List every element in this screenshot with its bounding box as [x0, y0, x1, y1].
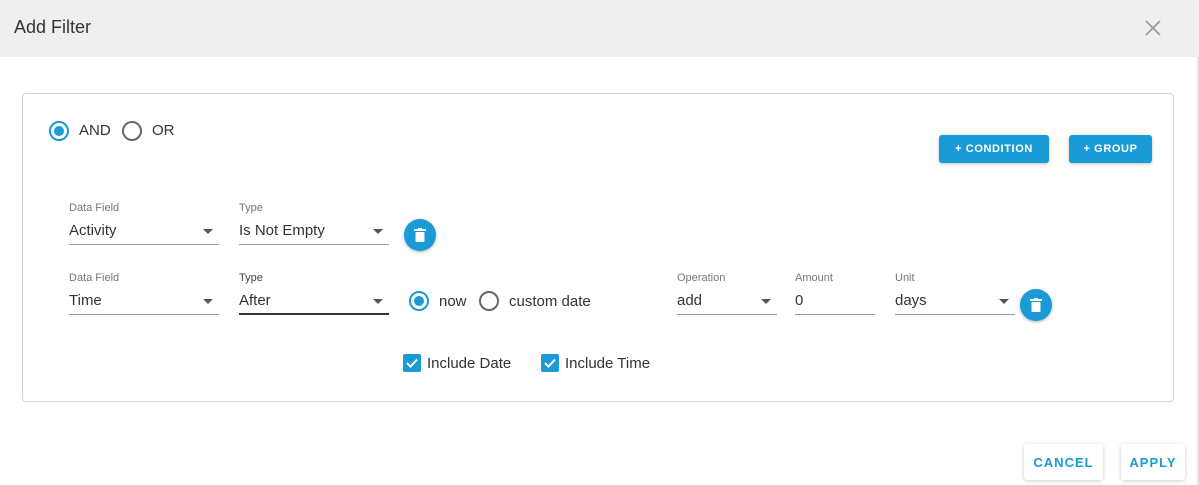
- add-group-button[interactable]: + GROUP: [1069, 135, 1152, 163]
- custom-date-label: custom date: [509, 293, 591, 310]
- close-icon[interactable]: [1143, 18, 1163, 38]
- operation-value: add: [677, 292, 703, 309]
- or-radio[interactable]: [122, 121, 142, 141]
- chevron-down-icon: [203, 229, 213, 234]
- dialog-title: Add Filter: [14, 17, 92, 37]
- type-value: After: [239, 292, 271, 309]
- operation-label: Operation: [677, 272, 726, 284]
- data-field-label: Data Field: [69, 202, 120, 214]
- unit-select[interactable]: days: [895, 289, 1015, 315]
- and-radio[interactable]: [49, 121, 69, 141]
- chevron-down-icon: [373, 229, 383, 234]
- data-field-value: Time: [69, 292, 102, 309]
- type-select[interactable]: After: [239, 289, 389, 315]
- now-radio[interactable]: [409, 291, 429, 311]
- include-time-checkbox[interactable]: [541, 354, 559, 372]
- include-time-label: Include Time: [565, 355, 651, 372]
- chevron-down-icon: [999, 299, 1009, 304]
- data-field-select[interactable]: Time: [69, 289, 219, 315]
- chevron-down-icon: [203, 299, 213, 304]
- custom-date-radio[interactable]: [479, 291, 499, 311]
- type-select[interactable]: Is Not Empty: [239, 219, 389, 245]
- chevron-down-icon: [373, 299, 383, 304]
- operation-select[interactable]: add: [677, 289, 777, 315]
- now-label: now: [439, 293, 467, 310]
- amount-label: Amount: [795, 272, 833, 284]
- and-label: AND: [79, 122, 111, 139]
- checkmark-icon: [544, 358, 556, 368]
- or-label: OR: [152, 122, 175, 139]
- trash-icon: [1030, 298, 1042, 312]
- type-label: Type: [239, 202, 263, 214]
- include-date-label: Include Date: [427, 355, 512, 372]
- data-field-value: Activity: [69, 222, 117, 239]
- data-field-select[interactable]: Activity: [69, 219, 219, 245]
- type-value: Is Not Empty: [239, 222, 325, 239]
- amount-input[interactable]: 0: [795, 289, 875, 315]
- data-field-label: Data Field: [69, 272, 120, 284]
- unit-value: days: [895, 292, 927, 309]
- dialog-header: Add Filter: [0, 0, 1199, 57]
- delete-condition-button[interactable]: [404, 219, 436, 251]
- trash-icon: [414, 228, 426, 242]
- apply-button[interactable]: APPLY: [1121, 444, 1185, 480]
- unit-label: Unit: [895, 272, 915, 284]
- delete-condition-button[interactable]: [1020, 289, 1052, 321]
- chevron-down-icon: [761, 299, 771, 304]
- checkmark-icon: [406, 358, 418, 368]
- add-condition-button[interactable]: + CONDITION: [939, 135, 1049, 163]
- cancel-button[interactable]: CANCEL: [1024, 444, 1103, 480]
- include-date-checkbox[interactable]: [403, 354, 421, 372]
- type-label: Type: [239, 272, 263, 284]
